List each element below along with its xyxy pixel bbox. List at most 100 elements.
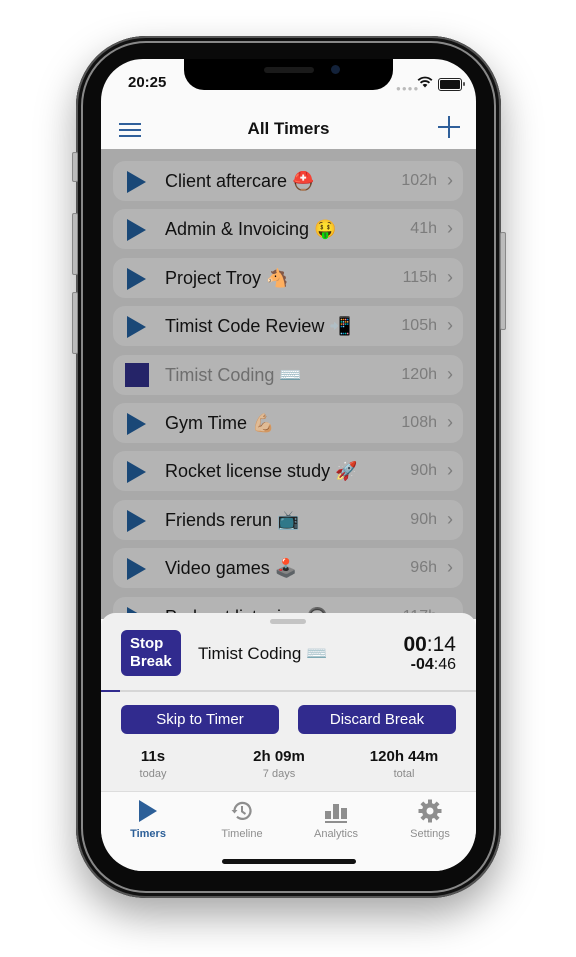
timer-hours: 96h — [410, 559, 437, 577]
bar-chart-icon — [325, 804, 347, 823]
chevron-right-icon: › — [447, 363, 453, 384]
chevron-right-icon: › — [447, 460, 453, 481]
timer-hours: 102h — [401, 172, 437, 189]
chevron-right-icon: › — [447, 508, 453, 529]
timer-hours: 90h — [410, 510, 437, 528]
nav-bar: All Timers — [101, 103, 476, 149]
stat-value: 120h 44m — [369, 748, 439, 765]
battery-icon — [438, 78, 462, 91]
timer-row[interactable]: Client aftercare ⛑️ 102h › — [113, 161, 463, 201]
chevron-right-icon: › — [447, 266, 453, 287]
remaining-seconds: :46 — [433, 656, 456, 673]
chevron-right-icon: › — [447, 557, 453, 578]
chevron-right-icon: › — [447, 218, 453, 239]
volume-down-button — [72, 292, 78, 354]
timer-row[interactable]: Timist Code Review 📲 105h › — [113, 306, 463, 347]
play-icon — [139, 800, 157, 822]
stat-label: 7 days — [262, 768, 296, 780]
timer-row[interactable]: Friends rerun 📺 90h › — [113, 499, 463, 540]
stop-break-line2: Break — [130, 653, 172, 670]
timer-hours: 90h — [410, 462, 437, 480]
page-title: All Timers — [247, 119, 330, 138]
tab-analytics[interactable]: Analytics — [289, 798, 383, 840]
timer-name: Gym Time 💪🏼 — [165, 413, 275, 433]
elapsed-minutes: 00 — [403, 633, 427, 656]
play-icon[interactable] — [127, 413, 146, 435]
speaker — [264, 67, 314, 73]
break-progress-fill — [101, 690, 120, 692]
active-timer-name: Timist Coding ⌨️ — [198, 644, 328, 663]
stat-total: 120h 44m total — [344, 748, 464, 780]
plus-icon[interactable] — [438, 116, 460, 138]
timer-name: Timist Coding ⌨️ — [165, 364, 302, 385]
play-icon[interactable] — [127, 558, 146, 581]
timer-row[interactable]: Admin & Invoicing 🤑 41h › — [113, 209, 463, 250]
stop-break-line1: Stop — [130, 635, 164, 652]
timer-hours: 41h — [410, 220, 437, 238]
stat-7-days: 2h 09m 7 days — [219, 748, 339, 780]
timer-hours: 108h — [401, 414, 437, 431]
history-icon — [231, 801, 252, 820]
elapsed-time: 00:14 — [403, 633, 456, 657]
skip-to-timer-button[interactable]: Skip to Timer — [121, 705, 279, 734]
timer-name: Timist Code Review 📲 — [165, 316, 352, 337]
timer-name: Project Troy 🐴 — [165, 267, 289, 288]
timer-hours: 115h — [402, 268, 437, 286]
chevron-right-icon: › — [447, 412, 453, 432]
timer-name: Client aftercare ⛑️ — [165, 171, 315, 191]
timer-row[interactable]: Timist Coding ⌨️ 120h › — [113, 354, 463, 395]
timer-name: Rocket license study 🚀 — [165, 461, 358, 482]
stat-label: today — [139, 768, 167, 780]
front-camera — [331, 65, 340, 74]
notch — [184, 59, 393, 90]
elapsed-seconds: :14 — [426, 633, 456, 656]
play-icon[interactable] — [127, 267, 146, 290]
sheet-grabber[interactable] — [270, 619, 306, 624]
timer-list[interactable]: Client aftercare ⛑️ 102h › Admin & Invoicin… — [101, 149, 476, 637]
status-time: 20:25 — [128, 74, 167, 91]
tab-label: Analytics — [313, 828, 359, 840]
gear-icon — [418, 799, 442, 823]
timer-hours: 105h — [401, 317, 437, 335]
play-icon[interactable] — [127, 171, 146, 193]
tab-label: Timers — [130, 828, 166, 840]
tab-settings[interactable]: Settings — [383, 798, 476, 840]
volume-up-button — [72, 213, 78, 275]
timer-name: Admin & Invoicing 🤑 — [165, 219, 337, 240]
break-progress-bar — [101, 690, 476, 692]
wifi-icon — [417, 76, 433, 88]
stat-today: 11s today — [101, 748, 213, 780]
stop-break-button[interactable]: Stop Break — [121, 630, 181, 676]
tab-timers[interactable]: Timers — [101, 798, 195, 840]
cellular-signal-icon: ●●●● — [396, 84, 420, 93]
chevron-right-icon: › — [447, 170, 453, 190]
silent-switch — [72, 152, 78, 182]
remaining-time: -04:46 — [411, 656, 456, 674]
chevron-right-icon: › — [447, 315, 453, 336]
screen: 20:25 ●●●● All Timers Client aftercare ⛑… — [101, 59, 476, 871]
home-indicator[interactable] — [222, 859, 356, 864]
play-icon[interactable] — [127, 461, 146, 484]
play-icon[interactable] — [127, 219, 146, 242]
tab-timeline[interactable]: Timeline — [195, 798, 289, 840]
remaining-minutes: -04 — [410, 656, 434, 673]
timer-row[interactable]: Gym Time 💪🏼 108h › — [113, 403, 463, 443]
tab-label: Settings — [410, 828, 450, 840]
tab-label: Timeline — [221, 828, 263, 840]
timer-hours: 120h — [401, 365, 437, 383]
stat-value: 2h 09m — [253, 748, 305, 765]
tab-bar: Timers Timeline Analytics Settings — [101, 791, 476, 871]
play-icon[interactable] — [127, 509, 146, 532]
discard-break-button[interactable]: Discard Break — [298, 705, 456, 734]
power-button — [500, 232, 506, 330]
play-icon[interactable] — [127, 316, 146, 339]
battery-tip — [463, 82, 465, 86]
active-timer-sheet: Stop Break Timist Coding ⌨️ 00:14 -04:46… — [101, 613, 476, 791]
timer-row[interactable]: Rocket license study 🚀 90h › — [113, 451, 463, 492]
timer-row[interactable]: Video games 🕹️ 96h › — [113, 548, 463, 589]
stat-value: 11s — [140, 748, 166, 765]
timer-name: Video games 🕹️ — [165, 558, 298, 579]
stat-label: total — [393, 768, 415, 780]
timer-row[interactable]: Project Troy 🐴 115h › — [113, 257, 463, 298]
stop-icon[interactable] — [125, 362, 149, 387]
